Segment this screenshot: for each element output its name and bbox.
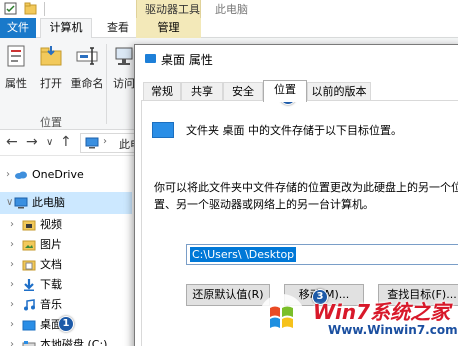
drive-tools-label: 驱动器工具 [145, 3, 200, 16]
breadcrumb-chevron-icon[interactable]: › [103, 136, 107, 147]
watermark-url: Www.Winwin7.com [328, 323, 458, 337]
window-title: 此电脑 [215, 3, 248, 16]
location-group-label: 位置 [40, 116, 62, 129]
tab-sharing[interactable]: 共享 [181, 82, 223, 101]
documents-folder-icon [22, 260, 36, 271]
expand-chevron-icon[interactable]: › [10, 254, 14, 276]
recent-chevron-icon[interactable]: ∨ [46, 137, 53, 148]
nav-item-pictures[interactable]: › 图片 [0, 234, 132, 256]
nav-label-documents: 文档 [40, 258, 62, 271]
nav-item-downloads[interactable]: › 下载 [0, 274, 132, 296]
tab-computer[interactable]: 计算机 [40, 18, 92, 39]
properties-button[interactable]: 属性 [4, 44, 28, 91]
tab-general[interactable]: 常规 [143, 82, 181, 101]
nav-label-pictures: 图片 [40, 238, 62, 251]
expand-chevron-icon[interactable]: › [10, 274, 14, 296]
expand-chevron-icon[interactable]: › [10, 334, 14, 346]
videos-folder-icon [22, 220, 36, 231]
open-button[interactable]: 打开 [38, 44, 64, 91]
nav-label-local-disk: 本地磁盘 (C:) [40, 338, 108, 346]
nav-item-local-disk[interactable]: › 本地磁盘 (C:) [0, 334, 132, 346]
watermark-brand: Win7系统之家 [313, 300, 451, 324]
rename-label: 重命名 [70, 77, 104, 90]
rename-button[interactable]: 重命名 [70, 44, 104, 91]
properties-quick-icon[interactable] [4, 2, 17, 15]
desktop-folder-icon [152, 122, 174, 138]
ribbon-divider [106, 44, 107, 124]
nav-item-onedrive[interactable]: › OneDrive [0, 164, 132, 186]
nav-label-onedrive: OneDrive [32, 168, 84, 181]
tab-file[interactable]: 文件 [0, 18, 36, 38]
folder-description: 文件夹 桌面 中的文件存储于以下目标位置。 [186, 124, 402, 137]
nav-item-videos[interactable]: › 视频 [0, 214, 132, 236]
open-folder-icon [40, 46, 62, 66]
target-path-input[interactable]: C:\Users\ \Desktop [186, 244, 458, 265]
dialog-title: 桌面 属性 [161, 53, 213, 67]
new-folder-quick-icon[interactable] [24, 2, 37, 15]
collapse-chevron-icon[interactable]: ∨ [6, 192, 13, 214]
this-pc-icon [14, 197, 28, 209]
nav-label-this-pc: 此电脑 [32, 196, 65, 209]
nav-label-videos: 视频 [40, 218, 62, 231]
ribbon-tabs: 文件 计算机 查看 管理 [0, 18, 458, 39]
desktop-folder-icon [145, 54, 156, 63]
windows-logo-watermark [259, 294, 305, 340]
access-label: 访问 [113, 77, 135, 90]
expand-chevron-icon[interactable]: › [10, 314, 14, 336]
expand-chevron-icon[interactable]: › [10, 234, 14, 256]
up-arrow-icon[interactable]: ↑ [60, 134, 72, 150]
dialog-tabs: 常规 共享 安全 位置 以前的版本 [143, 80, 458, 102]
address-input[interactable]: › 此电 [80, 133, 141, 153]
access-button[interactable]: 访问 [112, 44, 136, 91]
nav-item-music[interactable]: › 音乐 [0, 294, 132, 316]
tab-location[interactable]: 位置 [263, 80, 307, 102]
nav-item-documents[interactable]: › 文档 [0, 254, 132, 276]
nav-item-this-pc[interactable]: ∨ 此电脑 [0, 192, 132, 214]
expand-chevron-icon[interactable]: › [6, 164, 10, 186]
desktop-icon [22, 320, 36, 331]
step-badge-1: 1 [58, 316, 74, 332]
expand-chevron-icon[interactable]: › [10, 214, 14, 236]
rename-icon [76, 47, 98, 65]
tab-security[interactable]: 安全 [223, 82, 263, 101]
forward-arrow-icon[interactable]: → [26, 134, 38, 150]
properties-label: 属性 [5, 77, 27, 90]
tab-previous-versions[interactable]: 以前的版本 [307, 82, 371, 101]
nav-label-downloads: 下载 [40, 278, 62, 291]
computer-icon [85, 137, 99, 149]
onedrive-icon [15, 171, 27, 179]
target-path-value: C:\Users\ \Desktop [190, 247, 297, 262]
pictures-folder-icon [22, 240, 36, 251]
move-description: 你可以将此文件夹中文件存储的位置更改为此硬盘上的另一个位置、另一个驱动器或网络上… [154, 181, 458, 211]
open-label: 打开 [40, 77, 62, 90]
properties-icon [7, 45, 25, 67]
tab-manage[interactable]: 管理 [136, 18, 201, 38]
music-note-icon [24, 299, 35, 311]
back-arrow-icon[interactable]: ← [6, 134, 18, 150]
nav-label-music: 音乐 [40, 298, 62, 311]
quick-access-divider [44, 2, 45, 16]
disk-drive-icon [22, 341, 36, 346]
drive-tools-group: 驱动器工具 [136, 0, 201, 18]
downloads-arrow-icon [24, 279, 34, 291]
explorer-titlebar: 驱动器工具 此电脑 [0, 0, 458, 18]
dialog-titlebar: 桌面 属性 [135, 45, 458, 73]
network-access-icon [115, 47, 133, 65]
expand-chevron-icon[interactable]: › [10, 294, 14, 316]
tab-view[interactable]: 查看 [107, 18, 129, 38]
